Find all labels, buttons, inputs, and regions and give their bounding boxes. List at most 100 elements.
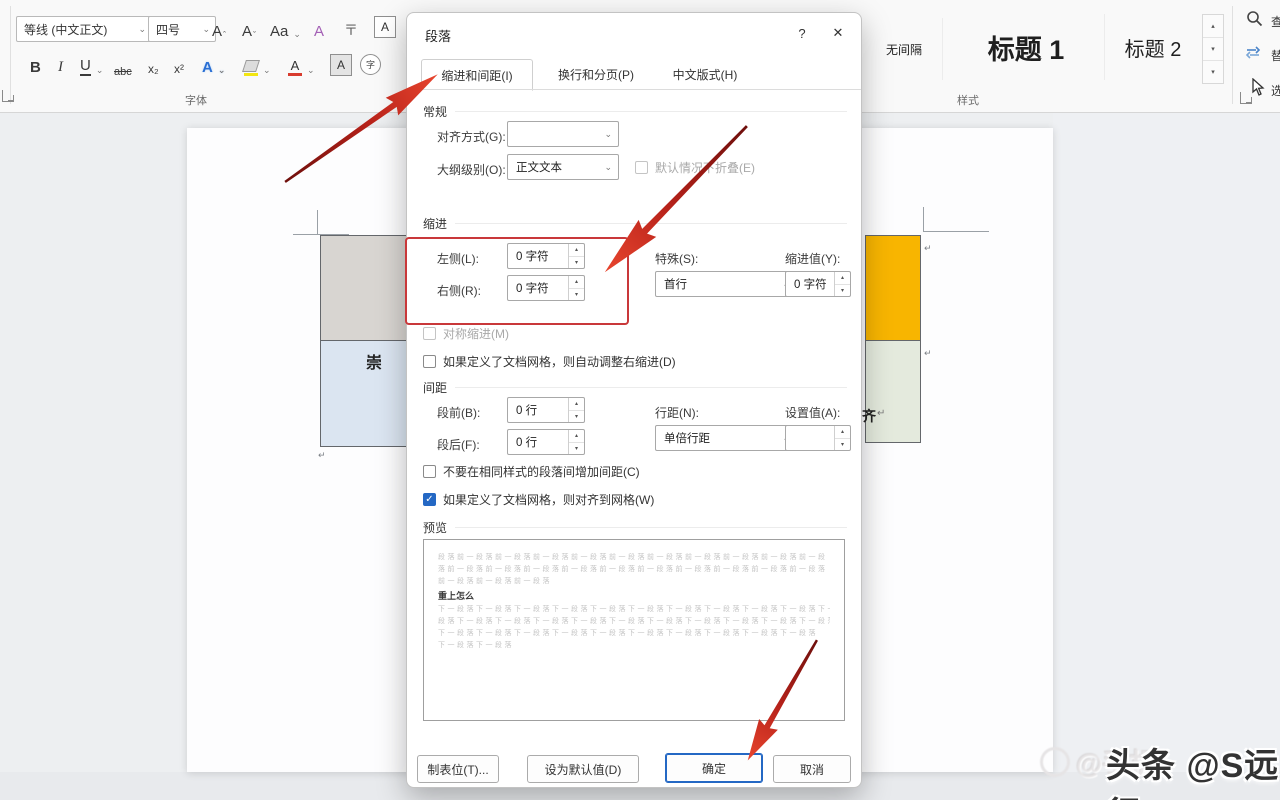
table-cell-green — [865, 341, 921, 443]
cancel-button[interactable]: 取消 — [773, 755, 851, 783]
special-combo[interactable]: 首行⌄ — [655, 271, 797, 297]
replace-button[interactable] — [1244, 44, 1262, 66]
preview-faint-line: 落前一段落前一段落前一段落前一段落前一段落前一段落前一段落前一段落前一段落前一段… — [438, 566, 828, 573]
preview-bold-line: 重上怎么 — [438, 591, 475, 601]
help-button[interactable]: ? — [787, 21, 817, 45]
ghost-logo-circle — [1040, 746, 1070, 777]
character-shading-button[interactable]: A — [330, 54, 352, 76]
close-icon[interactable]: ✕ — [823, 21, 853, 45]
margin-mark — [317, 210, 318, 235]
outline-level-combo[interactable]: 正文文本 ⌄ — [507, 154, 619, 180]
table-cell-gray — [320, 235, 407, 341]
chevron-down-icon: ⌄ — [307, 65, 315, 75]
spin-down-icon: ▾ — [574, 259, 578, 266]
space-after-spinner[interactable]: 0 行 ▴ ▾ — [507, 429, 585, 455]
chevron-down-icon: ⌄ — [202, 23, 210, 34]
indent-left-spinner[interactable]: 0 字符 ▴ ▾ — [507, 243, 585, 269]
indent-right-label: 右侧(R): — [437, 284, 481, 298]
tabs-button[interactable]: 制表位(T)... — [417, 755, 499, 783]
grow-font-button[interactable]: Aˆ — [212, 16, 226, 40]
text-effects-button[interactable]: A ⌄ — [202, 52, 225, 76]
phonetic-frame-button[interactable]: 〒 — [344, 16, 358, 40]
style-no-spacing[interactable]: 无间隔 — [866, 18, 943, 80]
collapsed-by-default-checkbox[interactable]: 默认情况下折叠(E) — [635, 159, 755, 176]
style-heading-1[interactable]: 标题 1 — [948, 14, 1105, 80]
spacing-at-spinner[interactable]: ▴ ▾ — [785, 425, 851, 451]
superscript-button[interactable]: x² — [174, 52, 184, 76]
table-cell-text: 崇 — [366, 355, 383, 372]
italic-button[interactable]: I — [58, 52, 63, 76]
font-color-button[interactable]: A ⌄ — [288, 52, 315, 76]
replace-icon — [1245, 46, 1261, 59]
section-spacing: 间距 — [423, 379, 847, 396]
cursor-icon — [1252, 77, 1265, 96]
font-group-label: 字体 — [185, 95, 207, 107]
space-before-spinner[interactable]: 0 行 ▴ ▾ — [507, 397, 585, 423]
line-spacing-combo[interactable]: 单倍行距⌄ — [655, 425, 797, 451]
spin-up-icon: ▴ — [835, 272, 850, 285]
font-size-combo[interactable]: 四号 ⌄ — [148, 16, 216, 42]
styles-gallery-more-button[interactable]: ▾ — [1203, 61, 1223, 83]
font-size-value: 四号 — [156, 22, 181, 37]
alignment-combo[interactable]: ⌄ — [507, 121, 619, 147]
table-cell-orange — [865, 235, 921, 341]
checkbox-box — [423, 327, 436, 340]
dialog-title: 段落 — [425, 29, 452, 44]
spin-down-icon: ▾ — [574, 445, 578, 452]
section-preview: 预览 — [423, 519, 847, 536]
document-background-right — [1053, 112, 1280, 800]
indent-right-spinner[interactable]: 0 字符 ▴ ▾ — [507, 275, 585, 301]
highlight-color-button[interactable]: ⌄ — [242, 52, 271, 76]
snap-to-grid-checkbox[interactable]: ✓ 如果定义了文档网格，则对齐到网格(W) — [423, 491, 654, 508]
set-as-default-button[interactable]: 设为默认值(D) — [527, 755, 639, 783]
change-case-button[interactable]: Aa ⌄ — [270, 16, 301, 40]
edit-label-clipped: 选 — [1271, 84, 1280, 98]
preview-box: 段落前一段落前一段落前一段落前一段落前一段落前一段落前一段落前一段落前一段落前一… — [423, 539, 845, 721]
enclose-characters-button[interactable]: 字 — [360, 54, 381, 75]
styles-scroll-down-button[interactable]: ▾ — [1203, 38, 1223, 61]
special-label: 特殊(S): — [655, 252, 699, 266]
styles-scroll-up-button[interactable]: ▴ — [1203, 15, 1223, 38]
bold-button[interactable]: B — [30, 52, 41, 76]
outline-level-label: 大纲级别(O): — [437, 163, 506, 177]
mirror-indents-checkbox[interactable]: 对称缩进(M) — [423, 325, 509, 342]
clipboard-dialog-launcher-icon[interactable] — [2, 90, 14, 102]
select-button[interactable] — [1250, 77, 1265, 102]
checkbox-box — [635, 161, 648, 174]
font-name-combo[interactable]: 等线 (中文正文) ⌄ — [16, 16, 152, 42]
subscript-button[interactable]: x₂ — [148, 52, 159, 76]
no-space-same-style-checkbox[interactable]: 不要在相同样式的段落间增加间距(C) — [423, 463, 640, 480]
chevron-down-icon: ⌄ — [293, 29, 301, 39]
tab-line-and-page-breaks[interactable]: 换行和分页(P) — [541, 59, 651, 89]
tab-asian-typography[interactable]: 中文版式(H) — [659, 59, 751, 89]
indent-by-label: 缩进值(Y): — [785, 252, 841, 266]
strikethrough-button[interactable]: abc — [114, 54, 132, 78]
shrink-font-button[interactable]: Aˇ — [242, 16, 256, 40]
chevron-down-icon: ⌄ — [604, 128, 612, 139]
margin-mark — [923, 207, 924, 232]
tab-separator — [407, 89, 861, 90]
style-heading-2[interactable]: 标题 2 — [1108, 16, 1198, 78]
space-after-label: 段后(F): — [437, 438, 480, 452]
find-button[interactable] — [1246, 10, 1263, 32]
tab-indents-and-spacing[interactable]: 缩进和间距(I) — [421, 59, 533, 91]
pilcrow-mark: ↵ — [877, 408, 886, 419]
pilcrow-mark: ↵ — [924, 348, 932, 358]
author-watermark: 头条 @S远行 — [1106, 747, 1280, 800]
ok-button[interactable]: 确定 — [665, 753, 763, 783]
underline-button[interactable]: U ⌄ — [80, 52, 103, 76]
pilcrow-mark: ↵ — [924, 243, 932, 253]
checkbox-box — [423, 465, 436, 478]
character-border-button[interactable]: A — [374, 16, 396, 38]
pinyin-guide-button[interactable]: A — [314, 16, 324, 40]
chevron-down-icon: ⌄ — [138, 23, 146, 34]
font-name-value: 等线 (中文正文) — [24, 22, 108, 37]
indent-by-spinner[interactable]: 0 字符 ▴ ▾ — [785, 271, 851, 297]
spin-down-icon: ▾ — [840, 287, 844, 294]
section-general: 常规 — [423, 103, 847, 120]
spin-up-icon: ▴ — [569, 244, 584, 257]
line-spacing-label: 行距(N): — [655, 406, 699, 420]
edit-label-clipped: 替 — [1271, 49, 1280, 63]
edit-label-clipped: 查 — [1271, 15, 1280, 29]
auto-adjust-right-indent-checkbox[interactable]: 如果定义了文档网格，则自动调整右缩进(D) — [423, 353, 676, 370]
